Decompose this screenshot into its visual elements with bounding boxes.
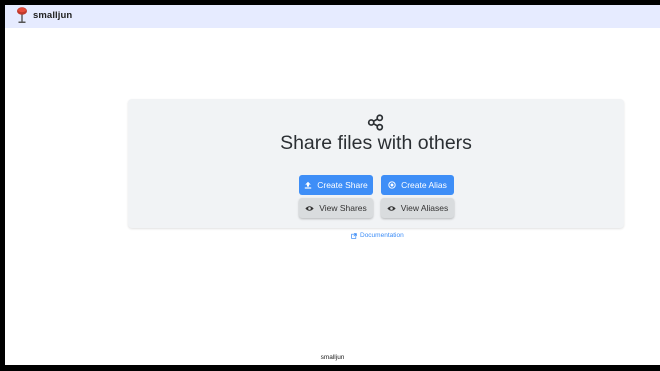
share-icon (367, 114, 384, 131)
documentation-label: Documentation (360, 232, 404, 239)
create-share-button[interactable]: Create Share (299, 175, 373, 195)
view-aliases-label: View Aliases (400, 203, 449, 213)
eye-icon (305, 205, 314, 211)
target-circle-icon (388, 181, 396, 189)
create-alias-label: Create Alias (401, 180, 447, 190)
footer-text: smalljun (320, 354, 345, 361)
create-alias-button[interactable]: Create Alias (381, 175, 454, 195)
view-shares-label: View Shares (319, 203, 367, 213)
brand-name[interactable]: smalljun (33, 10, 72, 21)
wine-glass-logo-icon[interactable] (15, 7, 29, 26)
view-aliases-button[interactable]: View Aliases (381, 198, 454, 218)
page: smalljun Share files with others Create … (5, 5, 660, 365)
documentation-link[interactable]: Documentation (351, 232, 404, 239)
create-share-label: Create Share (317, 180, 368, 190)
hero-panel: Share files with others Create Share Cre… (128, 99, 624, 228)
upload-icon (305, 181, 312, 189)
external-link-icon (351, 232, 357, 239)
eye-icon (387, 205, 396, 211)
hero-title: Share files with others (280, 132, 472, 154)
view-shares-button[interactable]: View Shares (299, 198, 373, 218)
navbar: smalljun (5, 5, 660, 28)
